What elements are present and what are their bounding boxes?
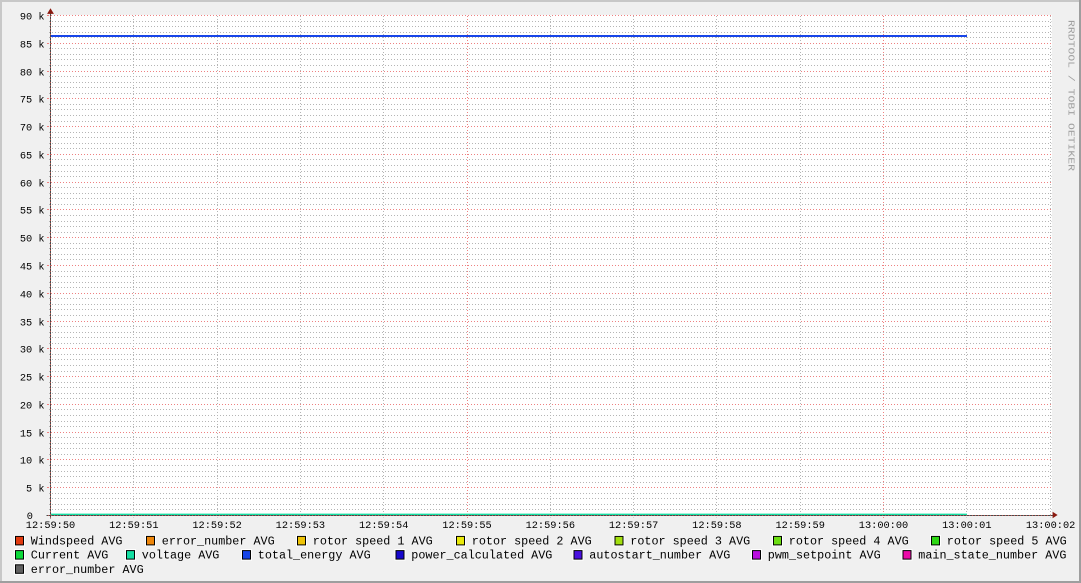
svg-text:12:59:55: 12:59:55: [442, 520, 491, 532]
svg-text:45 k: 45 k: [20, 262, 45, 274]
svg-text:autostart_number AVG: autostart_number AVG: [589, 549, 730, 563]
svg-text:12:59:53: 12:59:53: [276, 520, 325, 532]
svg-text:60 k: 60 k: [20, 179, 45, 191]
svg-text:30 k: 30 k: [20, 345, 45, 357]
svg-text:12:59:50: 12:59:50: [26, 520, 75, 532]
svg-text:13:00:01: 13:00:01: [942, 520, 991, 532]
svg-text:Current AVG: Current AVG: [31, 549, 109, 563]
svg-text:12:59:59: 12:59:59: [775, 520, 824, 532]
svg-text:12:59:57: 12:59:57: [609, 520, 658, 532]
svg-text:13:00:02: 13:00:02: [1026, 520, 1075, 532]
svg-text:power_calculated AVG: power_calculated AVG: [411, 549, 552, 563]
svg-text:voltage AVG: voltage AVG: [142, 549, 220, 563]
svg-text:20 k: 20 k: [20, 401, 45, 413]
svg-text:rotor speed 2 AVG: rotor speed 2 AVG: [472, 534, 592, 548]
svg-text:12:59:54: 12:59:54: [359, 520, 408, 532]
svg-text:13:00:00: 13:00:00: [859, 520, 908, 532]
svg-text:5 k: 5 k: [26, 484, 45, 496]
svg-text:rotor speed 3 AVG: rotor speed 3 AVG: [630, 534, 750, 548]
svg-text:75 k: 75 k: [20, 95, 45, 107]
svg-text:12:59:51: 12:59:51: [109, 520, 158, 532]
svg-text:80 k: 80 k: [20, 68, 45, 80]
svg-text:35 k: 35 k: [20, 318, 45, 330]
svg-text:main_state_number AVG: main_state_number AVG: [918, 549, 1066, 563]
svg-text:error_number AVG: error_number AVG: [31, 563, 144, 577]
svg-text:12:59:56: 12:59:56: [526, 520, 575, 532]
svg-text:90 k: 90 k: [20, 12, 45, 24]
svg-text:50 k: 50 k: [20, 234, 45, 246]
svg-text:40 k: 40 k: [20, 290, 45, 302]
svg-text:RRDTOOL / TOBI OETIKER: RRDTOOL / TOBI OETIKER: [1066, 20, 1077, 171]
svg-text:Windspeed AVG: Windspeed AVG: [31, 534, 123, 548]
svg-text:65 k: 65 k: [20, 151, 45, 163]
svg-text:85 k: 85 k: [20, 40, 45, 52]
svg-text:rotor speed 4 AVG: rotor speed 4 AVG: [789, 534, 909, 548]
svg-text:10 k: 10 k: [20, 456, 45, 468]
svg-text:12:59:52: 12:59:52: [192, 520, 241, 532]
svg-text:70 k: 70 k: [20, 123, 45, 135]
svg-text:55 k: 55 k: [20, 206, 45, 218]
svg-text:rotor speed 1 AVG: rotor speed 1 AVG: [313, 534, 433, 548]
svg-text:25 k: 25 k: [20, 373, 45, 385]
svg-text:15 k: 15 k: [20, 429, 45, 441]
svg-text:12:59:58: 12:59:58: [692, 520, 741, 532]
svg-text:pwm_setpoint AVG: pwm_setpoint AVG: [768, 549, 881, 563]
svg-text:total_energy AVG: total_energy AVG: [258, 549, 371, 563]
svg-text:rotor speed 5 AVG: rotor speed 5 AVG: [947, 534, 1067, 548]
svg-text:error_number AVG: error_number AVG: [162, 534, 275, 548]
